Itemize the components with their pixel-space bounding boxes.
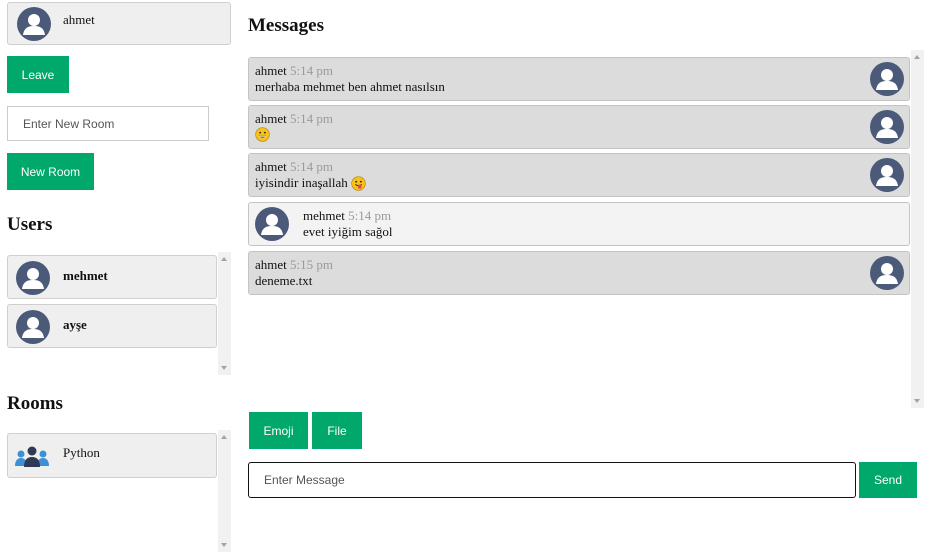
- grinning-face-emoji-icon: [255, 127, 270, 142]
- user-avatar-icon: [16, 261, 50, 295]
- message-meta: mehmet 5:14 pm: [303, 208, 391, 224]
- user-list-item[interactable]: ayşe: [7, 304, 217, 348]
- room-list-item[interactable]: Python: [7, 433, 217, 478]
- scroll-up-arrow-icon[interactable]: [221, 257, 227, 261]
- new-room-input[interactable]: [7, 106, 209, 141]
- user-avatar-icon: [255, 207, 289, 241]
- message-sender: ahmet: [255, 257, 287, 272]
- message-text: [255, 127, 270, 142]
- scroll-down-arrow-icon[interactable]: [914, 399, 920, 403]
- message-text: merhaba mehmet ben ahmet nasılsın: [255, 79, 445, 95]
- scroll-up-arrow-icon[interactable]: [221, 435, 227, 439]
- send-button[interactable]: Send: [859, 462, 917, 498]
- message-item: ahmet 5:14 pm merhaba mehmet ben ahmet na…: [248, 57, 910, 101]
- group-icon: [15, 446, 49, 467]
- message-sender: mehmet: [303, 208, 345, 223]
- message-item: ahmet 5:15 pm deneme.txt: [248, 251, 910, 295]
- message-text: evet iyiğim sağol: [303, 224, 393, 240]
- message-item: mehmet 5:14 pm evet iyiğim sağol: [248, 202, 910, 246]
- emoji-button[interactable]: Emoji: [249, 412, 308, 449]
- user-avatar-icon: [16, 310, 50, 344]
- scroll-down-arrow-icon[interactable]: [221, 543, 227, 547]
- messages-scrollbar[interactable]: [911, 50, 924, 408]
- user-name: mehmet: [63, 268, 108, 283]
- message-text-content: merhaba mehmet ben ahmet nasılsın: [255, 79, 445, 94]
- message-text: deneme.txt: [255, 273, 312, 289]
- message-sender: ahmet: [255, 159, 287, 174]
- user-avatar-icon: [870, 62, 904, 96]
- user-list-item[interactable]: mehmet: [7, 255, 217, 299]
- current-user-card: ahmet: [7, 2, 231, 45]
- file-button[interactable]: File: [312, 412, 362, 449]
- rooms-scrollbar[interactable]: [218, 430, 231, 552]
- message-item: ahmet 5:14 pm: [248, 105, 910, 149]
- user-avatar-icon: [870, 158, 904, 192]
- message-text: iyisindir inaşallah: [255, 175, 366, 191]
- new-room-button[interactable]: New Room: [7, 153, 94, 190]
- message-meta: ahmet 5:14 pm: [255, 159, 333, 175]
- message-time: 5:14 pm: [348, 208, 392, 223]
- message-sender: ahmet: [255, 63, 287, 78]
- users-list: mehmet ayşe: [7, 252, 231, 375]
- message-time: 5:14 pm: [290, 111, 333, 126]
- scroll-down-arrow-icon[interactable]: [221, 366, 227, 370]
- message-time: 5:14 pm: [290, 159, 333, 174]
- message-input[interactable]: [248, 462, 856, 498]
- message-meta: ahmet 5:14 pm: [255, 111, 333, 127]
- user-name: ayşe: [63, 317, 87, 332]
- users-heading: Users: [7, 214, 53, 235]
- message-text-content: evet iyiğim sağol: [303, 224, 393, 239]
- leave-button[interactable]: Leave: [7, 56, 69, 93]
- message-text-content: deneme.txt: [255, 273, 313, 288]
- message-meta: ahmet 5:14 pm: [255, 63, 333, 79]
- messages-heading: Messages: [248, 15, 324, 36]
- message-time: 5:14 pm: [290, 63, 333, 78]
- rooms-heading: Rooms: [7, 393, 63, 414]
- message-sender: ahmet: [255, 111, 287, 126]
- user-avatar-icon: [870, 256, 904, 290]
- current-user-name: ahmet: [63, 12, 95, 27]
- user-avatar-icon: [870, 110, 904, 144]
- message-text-content: iyisindir inaşallah: [255, 175, 348, 190]
- tongue-face-emoji-icon: [348, 175, 366, 191]
- users-scrollbar[interactable]: [218, 252, 231, 375]
- message-meta: ahmet 5:15 pm: [255, 257, 333, 273]
- room-name: Python: [63, 445, 100, 460]
- user-avatar-icon: [17, 7, 51, 41]
- message-time: 5:15 pm: [290, 257, 333, 272]
- message-item: ahmet 5:14 pm iyisindir inaşallah: [248, 153, 910, 197]
- scroll-up-arrow-icon[interactable]: [914, 55, 920, 59]
